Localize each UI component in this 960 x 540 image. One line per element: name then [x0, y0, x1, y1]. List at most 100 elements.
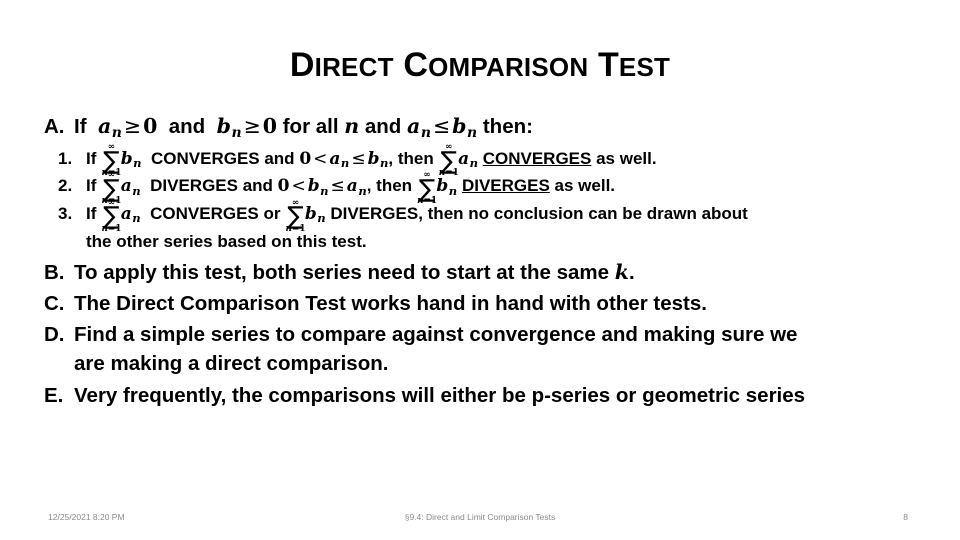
- a3-limit-bottom-2: n=1: [286, 223, 306, 234]
- outline-text-e: Very frequently, the comparisons will ei…: [74, 383, 806, 407]
- a1-op-le: ≤: [351, 148, 366, 169]
- a1-series-2: a: [458, 148, 470, 169]
- a-op-le: ≤: [432, 114, 451, 138]
- summation-symbol: ∞ ∑ n=1: [439, 143, 459, 178]
- a2-result: DIVERGES: [461, 176, 550, 196]
- a3-series-2: b: [304, 204, 317, 225]
- a1-limit-eq-2: =1: [445, 168, 459, 179]
- a3-limit-eq: =1: [107, 223, 122, 234]
- a2-op-lt: <: [291, 176, 306, 197]
- a2-limit-bottom-2: n=1: [417, 197, 437, 206]
- a1-var-b: b: [367, 148, 380, 169]
- title-word-1-rest: IRECT: [314, 52, 394, 82]
- outline-text-c: The Direct Comparison Test works hand in…: [74, 292, 707, 316]
- outline-text-b: To apply this test, both series need to …: [74, 258, 934, 287]
- a2-limit-top: ∞: [107, 170, 116, 181]
- outline-text-d: Find a simple series to compare against …: [74, 320, 934, 378]
- a1-limit-bottom-2: n=1: [439, 169, 459, 178]
- b-text: To apply this test, both series need to …: [74, 261, 610, 285]
- title-word-2-rest: OMPARISON: [428, 52, 589, 82]
- a-op-ge-2: ≥: [243, 114, 261, 138]
- a2-sub-n: n: [132, 183, 141, 198]
- a2-var-b: b: [307, 176, 320, 197]
- slide-body: A. If an≥0 and bn≥0 for all n and an≤bn …: [34, 112, 934, 412]
- summation-symbol: ∞ ∑ n=1: [286, 198, 306, 233]
- a-var-b: b: [216, 114, 231, 138]
- a-var-a2: a: [407, 114, 421, 138]
- b-var-k: k: [614, 260, 629, 285]
- d-line-1: Find a simple series to compare against …: [74, 323, 798, 347]
- a2-series-2: b: [436, 176, 449, 197]
- a2-sub-n-4: n: [448, 183, 458, 198]
- a1-text-1: If: [86, 148, 97, 168]
- outline-marker-c: C.: [44, 292, 65, 316]
- outline-item-c: C. The Direct Comparison Test works hand…: [34, 289, 934, 318]
- a-var-n: n: [344, 114, 360, 138]
- slide-footer: 12/25/2021 8:20 PM §9.4: Direct and Limi…: [0, 500, 960, 540]
- outline-text-a: If an≥0 and bn≥0 for all n and an≤bn the…: [74, 112, 934, 144]
- outline-item-e: E. Very frequently, the comparisons will…: [34, 381, 934, 410]
- a-sub-n-1: n: [111, 124, 122, 141]
- outline-item-a1: 1. If ∞ ∑ n=1 bn CONVERGES and 0 < an ≤ bn, the…: [34, 142, 934, 178]
- outline-item-b: B. To apply this test, both series need …: [34, 258, 934, 287]
- a3-limit-eq-2: =1: [291, 223, 306, 234]
- a2-var-a: a: [346, 176, 358, 197]
- a-op-ge-1: ≥: [123, 114, 142, 138]
- d-line-2: are making a direct comparison.: [74, 352, 389, 376]
- page-title: DIRECT COMPARISON TEST: [0, 46, 960, 85]
- a-text-2: and: [168, 115, 206, 138]
- a1-text-2: CONVERGES and: [150, 148, 295, 168]
- summation-symbol: ∞ ∑ n=1: [417, 171, 437, 206]
- a1-series: b: [120, 148, 133, 169]
- a1-sub-n: n: [133, 155, 142, 170]
- a1-sub-n-2: n: [340, 155, 350, 170]
- title-word-1-first: D: [289, 46, 315, 84]
- a-text-1: If: [74, 115, 87, 138]
- footer-page-number: 8: [903, 512, 908, 522]
- a3-limit-top: ∞: [107, 197, 116, 208]
- a2-sub-n-3: n: [358, 183, 367, 198]
- title-word-3-first: T: [597, 46, 619, 84]
- a-sub-n-3: n: [420, 124, 431, 141]
- a3-text-1: If: [86, 204, 97, 224]
- a2-text-2: DIVERGES and: [150, 176, 273, 196]
- outline-marker-b: B.: [44, 261, 65, 285]
- a3-series: a: [120, 204, 132, 225]
- a3-sub-n-2: n: [317, 211, 326, 226]
- a3-text-3: DIVERGES, then no conclusion can be draw…: [330, 204, 748, 224]
- a-zero-2: 0: [262, 114, 278, 138]
- a3-text-2: CONVERGES or: [150, 204, 281, 224]
- outline-text-a2: If ∞ ∑ n=1 an DIVERGES and 0 < bn ≤ an, then ∞ ∑…: [86, 170, 934, 206]
- outline-marker-a1: 1.: [58, 148, 73, 168]
- a-text-4: and: [364, 115, 402, 138]
- a3-limit-bottom: n=1: [101, 223, 122, 234]
- a1-zero: 0: [299, 148, 312, 169]
- a2-text-1: If: [86, 176, 97, 196]
- a2-op-le: ≤: [330, 176, 345, 197]
- a2-sub-n-2: n: [320, 183, 329, 198]
- a-sub-n-2: n: [231, 124, 242, 141]
- outline-item-d: D. Find a simple series to compare again…: [34, 320, 934, 378]
- outline-sublist-a: 1. If ∞ ∑ n=1 bn CONVERGES and 0 < an ≤ bn, the…: [34, 142, 934, 254]
- outline-text-a1: If ∞ ∑ n=1 bn CONVERGES and 0 < an ≤ bn, then ∞…: [86, 142, 934, 178]
- a1-sub-n-4: n: [469, 155, 478, 170]
- a2-limit-eq-2: =1: [423, 195, 438, 206]
- a-text-5: then:: [482, 115, 533, 138]
- a1-limit-top-2: ∞: [445, 142, 453, 153]
- outline-item-a: A. If an≥0 and bn≥0 for all n and an≤bn …: [34, 112, 934, 144]
- a1-limit-top: ∞: [107, 142, 116, 153]
- a-var-b2: b: [452, 114, 467, 138]
- a2-text-3: , then: [366, 176, 413, 196]
- a2-limit-top-2: ∞: [423, 170, 431, 181]
- a-sub-n-4: n: [467, 124, 478, 141]
- a1-text-4: as well.: [596, 148, 657, 168]
- outline-marker-a3: 3.: [58, 204, 73, 224]
- a3-limit-top-2: ∞: [291, 197, 300, 208]
- a-text-3: for all: [282, 115, 339, 138]
- a2-series: a: [120, 176, 132, 197]
- outline-text-a3: If ∞ ∑ n=1 an CONVERGES or ∞ ∑ n=1 bn DIVERGES…: [86, 197, 934, 254]
- title-word-2-first: C: [403, 46, 429, 84]
- footer-section-label: §9.4: Direct and Limit Comparison Tests: [404, 512, 556, 522]
- a-zero-1: 0: [143, 114, 158, 138]
- a3-line-2: the other series based on this test.: [86, 231, 367, 251]
